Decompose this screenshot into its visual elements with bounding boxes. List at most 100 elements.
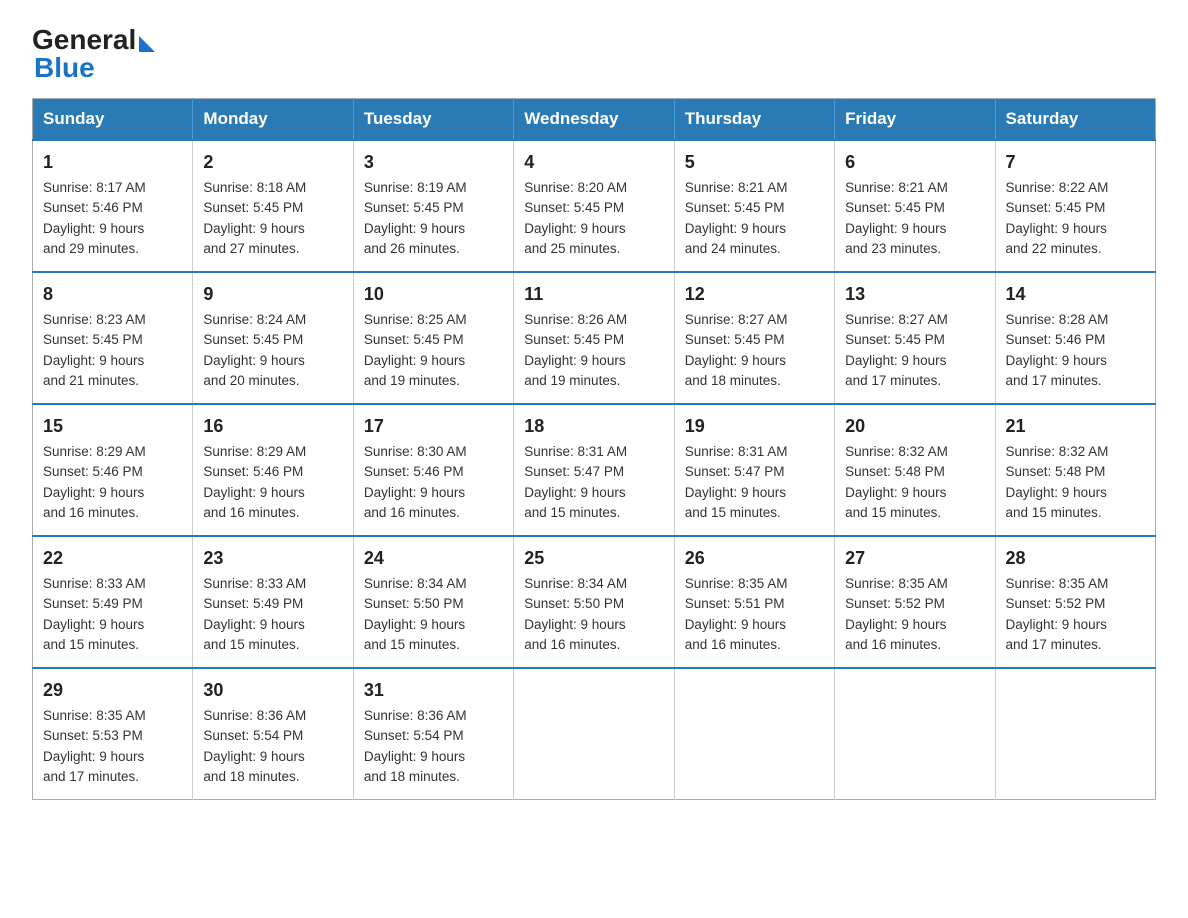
- day-number: 30: [203, 677, 342, 704]
- daylight-info: Daylight: 9 hoursand 16 minutes.: [364, 485, 465, 520]
- sunset-info: Sunset: 5:45 PM: [685, 332, 785, 347]
- calendar-cell: 6Sunrise: 8:21 AMSunset: 5:45 PMDaylight…: [835, 140, 995, 272]
- calendar-cell: 29Sunrise: 8:35 AMSunset: 5:53 PMDayligh…: [33, 668, 193, 800]
- calendar-cell: 7Sunrise: 8:22 AMSunset: 5:45 PMDaylight…: [995, 140, 1155, 272]
- sunset-info: Sunset: 5:49 PM: [43, 596, 143, 611]
- sunrise-info: Sunrise: 8:35 AM: [43, 708, 146, 723]
- sunset-info: Sunset: 5:46 PM: [43, 200, 143, 215]
- sunrise-info: Sunrise: 8:31 AM: [524, 444, 627, 459]
- day-number: 1: [43, 149, 182, 176]
- day-number: 3: [364, 149, 503, 176]
- daylight-info: Daylight: 9 hoursand 27 minutes.: [203, 221, 304, 256]
- daylight-info: Daylight: 9 hoursand 26 minutes.: [364, 221, 465, 256]
- daylight-info: Daylight: 9 hoursand 17 minutes.: [845, 353, 946, 388]
- calendar-week-row-2: 8Sunrise: 8:23 AMSunset: 5:45 PMDaylight…: [33, 272, 1156, 404]
- sunrise-info: Sunrise: 8:31 AM: [685, 444, 788, 459]
- sunrise-info: Sunrise: 8:35 AM: [1006, 576, 1109, 591]
- sunrise-info: Sunrise: 8:32 AM: [1006, 444, 1109, 459]
- day-number: 27: [845, 545, 984, 572]
- calendar-cell: 9Sunrise: 8:24 AMSunset: 5:45 PMDaylight…: [193, 272, 353, 404]
- calendar-cell: 21Sunrise: 8:32 AMSunset: 5:48 PMDayligh…: [995, 404, 1155, 536]
- sunset-info: Sunset: 5:49 PM: [203, 596, 303, 611]
- daylight-info: Daylight: 9 hoursand 15 minutes.: [524, 485, 625, 520]
- daylight-info: Daylight: 9 hoursand 18 minutes.: [685, 353, 786, 388]
- sunset-info: Sunset: 5:45 PM: [524, 200, 624, 215]
- calendar-cell: 11Sunrise: 8:26 AMSunset: 5:45 PMDayligh…: [514, 272, 674, 404]
- calendar-cell: 3Sunrise: 8:19 AMSunset: 5:45 PMDaylight…: [353, 140, 513, 272]
- calendar-cell: 4Sunrise: 8:20 AMSunset: 5:45 PMDaylight…: [514, 140, 674, 272]
- daylight-info: Daylight: 9 hoursand 16 minutes.: [43, 485, 144, 520]
- sunset-info: Sunset: 5:45 PM: [203, 332, 303, 347]
- calendar-cell: 16Sunrise: 8:29 AMSunset: 5:46 PMDayligh…: [193, 404, 353, 536]
- calendar-cell: 20Sunrise: 8:32 AMSunset: 5:48 PMDayligh…: [835, 404, 995, 536]
- calendar-cell: 18Sunrise: 8:31 AMSunset: 5:47 PMDayligh…: [514, 404, 674, 536]
- calendar-cell: 12 Sunrise: 8:27 AM Sunset: 5:45 PM Dayligh…: [674, 272, 834, 404]
- day-number: 20: [845, 413, 984, 440]
- sunrise-info: Sunrise: 8:33 AM: [43, 576, 146, 591]
- sunset-info: Sunset: 5:46 PM: [364, 464, 464, 479]
- daylight-info: Daylight: 9 hoursand 18 minutes.: [203, 749, 304, 784]
- sunset-info: Sunset: 5:53 PM: [43, 728, 143, 743]
- sunrise-info: Sunrise: 8:36 AM: [203, 708, 306, 723]
- calendar-week-row-5: 29Sunrise: 8:35 AMSunset: 5:53 PMDayligh…: [33, 668, 1156, 800]
- calendar-cell: 10Sunrise: 8:25 AMSunset: 5:45 PMDayligh…: [353, 272, 513, 404]
- sunset-info: Sunset: 5:50 PM: [524, 596, 624, 611]
- calendar-cell: 15Sunrise: 8:29 AMSunset: 5:46 PMDayligh…: [33, 404, 193, 536]
- sunrise-info: Sunrise: 8:34 AM: [524, 576, 627, 591]
- day-number: 26: [685, 545, 824, 572]
- calendar-cell: 2Sunrise: 8:18 AMSunset: 5:45 PMDaylight…: [193, 140, 353, 272]
- daylight-info: Daylight: 9 hoursand 16 minutes.: [845, 617, 946, 652]
- day-number: 17: [364, 413, 503, 440]
- sunset-info: Sunset: 5:47 PM: [685, 464, 785, 479]
- sunrise-info: Sunrise: 8:24 AM: [203, 312, 306, 327]
- day-number: 25: [524, 545, 663, 572]
- sunrise-info: Sunrise: 8:33 AM: [203, 576, 306, 591]
- daylight-info: Daylight: 9 hoursand 24 minutes.: [685, 221, 786, 256]
- daylight-info: Daylight: 9 hoursand 15 minutes.: [364, 617, 465, 652]
- day-number: 7: [1006, 149, 1145, 176]
- calendar-table: SundayMondayTuesdayWednesdayThursdayFrid…: [32, 98, 1156, 800]
- day-number: 22: [43, 545, 182, 572]
- sunrise-info: Sunrise: 8:22 AM: [1006, 180, 1109, 195]
- calendar-week-row-3: 15Sunrise: 8:29 AMSunset: 5:46 PMDayligh…: [33, 404, 1156, 536]
- calendar-cell: [514, 668, 674, 800]
- sunset-info: Sunset: 5:54 PM: [364, 728, 464, 743]
- sunset-info: Sunset: 5:52 PM: [845, 596, 945, 611]
- daylight-info: Daylight: 9 hoursand 15 minutes.: [43, 617, 144, 652]
- calendar-cell: 26Sunrise: 8:35 AMSunset: 5:51 PMDayligh…: [674, 536, 834, 668]
- sunset-info: Sunset: 5:54 PM: [203, 728, 303, 743]
- sunset-info: Sunset: 5:46 PM: [43, 464, 143, 479]
- calendar-cell: 30 Sunrise: 8:36 AM Sunset: 5:54 PM Dayligh…: [193, 668, 353, 800]
- day-number: 24: [364, 545, 503, 572]
- day-number: 23: [203, 545, 342, 572]
- sunrise-info: Sunrise: 8:20 AM: [524, 180, 627, 195]
- daylight-info: Daylight: 9 hoursand 15 minutes.: [845, 485, 946, 520]
- weekday-header-sunday: Sunday: [33, 99, 193, 141]
- day-number: 4: [524, 149, 663, 176]
- sunrise-info: Sunrise: 8:28 AM: [1006, 312, 1109, 327]
- day-number: 12: [685, 281, 824, 308]
- daylight-info: Daylight: 9 hoursand 18 minutes.: [364, 749, 465, 784]
- day-number: 28: [1006, 545, 1145, 572]
- weekday-header-row: SundayMondayTuesdayWednesdayThursdayFrid…: [33, 99, 1156, 141]
- sunset-info: Sunset: 5:47 PM: [524, 464, 624, 479]
- sunrise-info: Sunrise: 8:29 AM: [203, 444, 306, 459]
- sunrise-info: Sunrise: 8:17 AM: [43, 180, 146, 195]
- sunset-info: Sunset: 5:45 PM: [845, 332, 945, 347]
- day-number: 2: [203, 149, 342, 176]
- calendar-cell: 22 Sunrise: 8:33 AM Sunset: 5:49 PM Dayligh…: [33, 536, 193, 668]
- page-header: General Blue: [32, 24, 1156, 82]
- sunset-info: Sunset: 5:45 PM: [364, 200, 464, 215]
- weekday-header-saturday: Saturday: [995, 99, 1155, 141]
- daylight-info: Daylight: 9 hoursand 15 minutes.: [203, 617, 304, 652]
- calendar-cell: [674, 668, 834, 800]
- daylight-info: Daylight: 9 hoursand 16 minutes.: [685, 617, 786, 652]
- daylight-info: Daylight: 9 hoursand 17 minutes.: [43, 749, 144, 784]
- sunrise-info: Sunrise: 8:27 AM: [685, 312, 788, 327]
- calendar-cell: 13Sunrise: 8:27 AMSunset: 5:45 PMDayligh…: [835, 272, 995, 404]
- sunset-info: Sunset: 5:45 PM: [364, 332, 464, 347]
- sunrise-info: Sunrise: 8:32 AM: [845, 444, 948, 459]
- weekday-header-friday: Friday: [835, 99, 995, 141]
- sunrise-info: Sunrise: 8:30 AM: [364, 444, 467, 459]
- daylight-info: Daylight: 9 hoursand 29 minutes.: [43, 221, 144, 256]
